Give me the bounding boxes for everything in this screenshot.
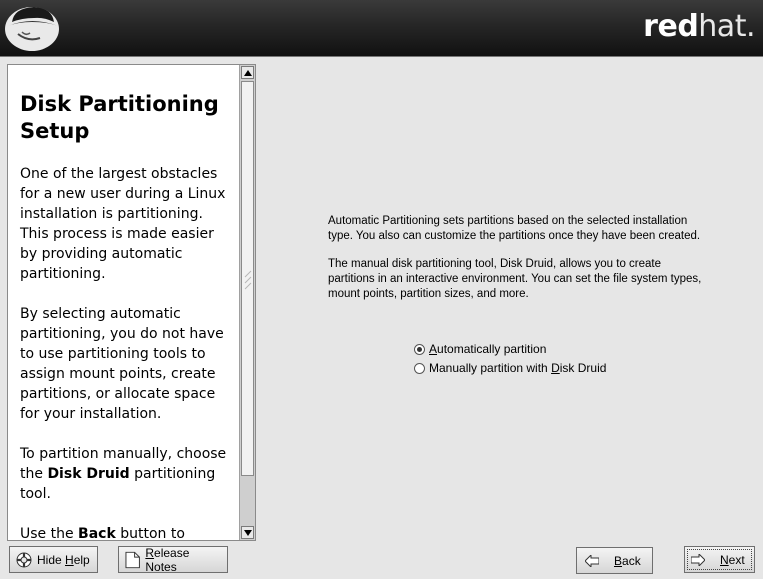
auto-partition-radio[interactable]: Automatically partition <box>414 340 546 358</box>
help-p3-bold: Disk Druid <box>47 466 130 482</box>
redhat-logo: redhat. <box>643 9 755 44</box>
left-arrow-icon <box>585 554 599 567</box>
main-description: Automatic Partitioning sets partitions b… <box>328 214 708 315</box>
auto-partition-description: Automatic Partitioning sets partitions b… <box>328 215 701 242</box>
help-paragraph-1: One of the largest obstacles for a new u… <box>20 166 226 282</box>
label-pre: Manually partition with <box>429 361 552 375</box>
mnemonic: H <box>65 552 74 567</box>
label-rest: ack <box>622 553 641 568</box>
label-rest: utomatically partition <box>437 342 547 356</box>
help-p4-bold: Back <box>78 526 116 540</box>
label-rest: ext <box>728 552 745 567</box>
brand-bold: red <box>643 9 699 44</box>
mnemonic: A <box>429 342 438 356</box>
help-scrollbar[interactable] <box>239 65 255 540</box>
next-button[interactable]: Next <box>684 546 755 573</box>
radio-unchecked-icon[interactable] <box>414 362 425 374</box>
label-rest: elp <box>73 552 90 567</box>
back-button[interactable]: Back <box>576 547 653 574</box>
scroll-up-arrow-icon[interactable] <box>241 66 254 79</box>
hide-help-label: Hide Help <box>37 553 90 567</box>
manual-partition-description: The manual disk partitioning tool, Disk … <box>328 258 702 300</box>
back-label: Back <box>614 554 641 568</box>
help-paragraph-2: By selecting automatic partitioning, you… <box>20 306 224 422</box>
help-paragraph-4: Use the Back button to choose a differen… <box>20 524 233 540</box>
mnemonic: N <box>720 552 729 567</box>
lifebuoy-icon <box>16 552 32 567</box>
scroll-down-arrow-icon[interactable] <box>241 526 254 539</box>
header-banner: redhat. <box>0 0 763 57</box>
manual-partition-radio[interactable]: Manually partition with Disk Druid <box>414 359 606 377</box>
release-notes-button[interactable]: Release Notes <box>118 546 228 574</box>
help-p4-pre: Use the <box>20 526 79 540</box>
document-icon <box>125 551 140 568</box>
help-paragraph-3: To partition manually, choose the Disk D… <box>20 444 233 504</box>
help-pane: Disk Partitioning Setup One of the large… <box>7 64 256 541</box>
auto-partition-label[interactable]: Automatically partition <box>429 342 546 356</box>
mnemonic: D <box>551 361 560 375</box>
help-title: Disk Partitioning Setup <box>20 92 219 143</box>
help-text-area: Disk Partitioning Setup One of the large… <box>8 65 239 540</box>
label-rest: isk Druid <box>559 361 607 375</box>
radio-checked-icon[interactable] <box>414 343 425 355</box>
hide-help-button[interactable]: Hide Help <box>9 546 98 573</box>
next-label: Next <box>720 553 745 567</box>
label-pre: Hide <box>37 552 66 567</box>
scrollbar-thumb[interactable] <box>241 81 254 476</box>
manual-partition-label[interactable]: Manually partition with Disk Druid <box>429 361 606 375</box>
shadowman-hat-icon <box>5 7 59 51</box>
grip-icon <box>244 270 252 290</box>
right-arrow-icon <box>691 553 705 566</box>
mnemonic: B <box>614 553 623 568</box>
release-notes-label: Release Notes <box>145 546 221 574</box>
brand-light: hat. <box>698 9 755 44</box>
mnemonic: R <box>145 545 155 560</box>
